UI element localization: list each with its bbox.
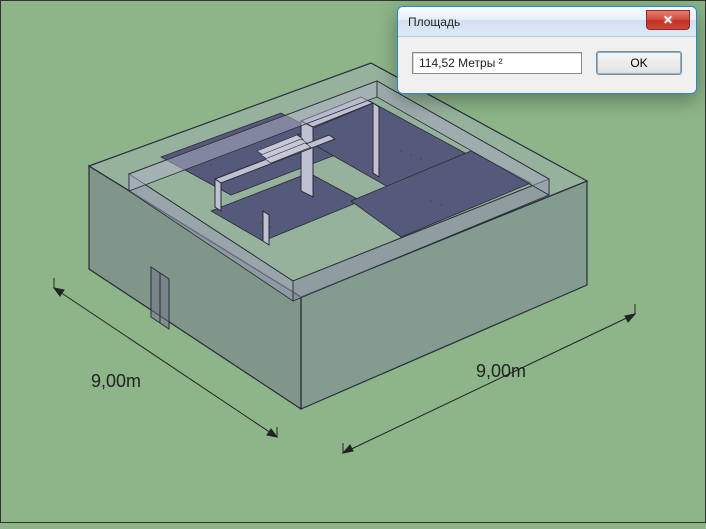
dialog-titlebar[interactable]: Площадь ✕ bbox=[398, 7, 696, 37]
dimension-label-left: 9,00m bbox=[91, 371, 141, 392]
building-model bbox=[89, 63, 587, 409]
dialog-body: 114,52 Метры ² OK bbox=[398, 37, 696, 93]
dimension-label-right: 9,00m bbox=[476, 361, 526, 382]
dialog-title: Площадь bbox=[408, 15, 460, 29]
close-icon: ✕ bbox=[663, 14, 673, 26]
ok-button[interactable]: OK bbox=[596, 51, 682, 75]
area-value-field[interactable]: 114,52 Метры ² bbox=[412, 52, 582, 74]
close-button[interactable]: ✕ bbox=[646, 10, 690, 30]
area-dialog: Площадь ✕ 114,52 Метры ² OK bbox=[397, 6, 697, 94]
